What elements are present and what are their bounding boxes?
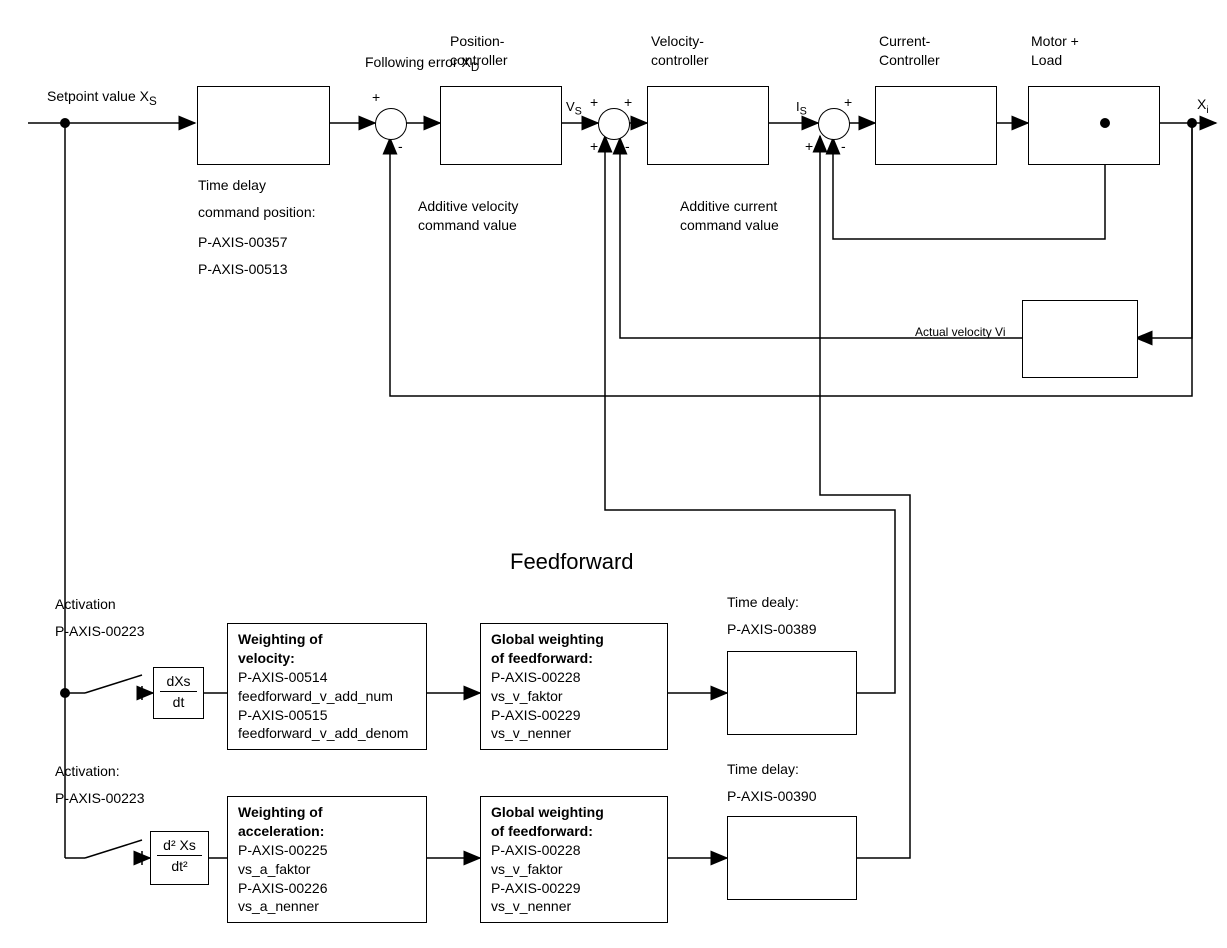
label-setpoint: Setpoint value XS — [47, 87, 157, 110]
summing-junction-3 — [818, 108, 850, 140]
tap-dot-setpoint — [60, 118, 70, 128]
label-vs: VS — [566, 98, 582, 119]
sum3-minus: - — [841, 137, 846, 156]
global-weighting-velocity-box: Global weighting of feedforward: P-AXIS-… — [480, 623, 668, 750]
ff-vel-td-label: Time dealy: — [727, 593, 799, 612]
tap-dot-ff — [60, 688, 70, 698]
td-line2: command position: — [198, 203, 316, 222]
weighting-velocity-box: Weighting of velocity: P-AXIS-00514 feed… — [227, 623, 427, 750]
label-velocity-controller: Velocity- controller — [651, 32, 709, 70]
summing-junction-1 — [375, 108, 407, 140]
label-actual-velocity: Actual velocity Vi — [915, 324, 1006, 340]
summing-junction-2 — [598, 108, 630, 140]
diagram-canvas: Setpoint value XS Following error XD Pos… — [0, 0, 1227, 948]
label-is: IS — [796, 98, 807, 119]
ff-vel-activation-p: P-AXIS-00223 — [55, 622, 145, 641]
label-current-controller: Current- Controller — [879, 32, 940, 70]
sum2-plus-top: + — [624, 93, 632, 112]
weighting-acceleration-box: Weighting of acceleration: P-AXIS-00225 … — [227, 796, 427, 923]
sum1-minus: - — [398, 137, 403, 156]
derivative-acceleration-box: d² Xs dt² — [150, 831, 209, 885]
tap-dot-output — [1187, 118, 1197, 128]
sum1-plus: + — [372, 88, 380, 107]
label-additive-velocity: Additive velocity command value — [418, 197, 518, 235]
ff-vel-td-p: P-AXIS-00389 — [727, 620, 817, 639]
sum3-plus-left: + — [805, 137, 813, 156]
deriv1-den: dt — [160, 692, 196, 712]
deriv1-num: dXs — [160, 671, 196, 692]
deriv2-num: d² Xs — [157, 835, 202, 856]
velocity-controller-block — [647, 86, 769, 165]
ff-acc-td-p: P-AXIS-00390 — [727, 787, 817, 806]
td-line1: Time delay — [198, 176, 266, 195]
ff-acc-activation: Activation: — [55, 762, 120, 781]
global-weighting-acceleration-box: Global weighting of feedforward: P-AXIS-… — [480, 796, 668, 923]
ff-acc-activation-p: P-AXIS-00223 — [55, 789, 145, 808]
sum2-plus-left: + — [590, 93, 598, 112]
tap-dot-current-fb — [1100, 118, 1110, 128]
td-line4: P-AXIS-00513 — [198, 260, 288, 279]
sum3-plus-top: + — [844, 93, 852, 112]
time-delay-block — [197, 86, 330, 165]
derivative-velocity-box: dXs dt — [153, 667, 204, 719]
td-line3: P-AXIS-00357 — [198, 233, 288, 252]
actual-velocity-block — [1022, 300, 1138, 378]
label-xi: Xi — [1197, 95, 1209, 117]
current-controller-block — [875, 86, 997, 165]
deriv2-den: dt² — [157, 856, 202, 876]
label-additive-current: Additive current command value — [680, 197, 779, 235]
sum2-minus: - — [625, 137, 630, 156]
ff-vel-timedelay-box — [727, 651, 857, 735]
ff-acc-timedelay-box — [727, 816, 857, 900]
label-position-controller: Position- controller — [450, 32, 508, 70]
ff-vel-activation: Activation — [55, 595, 116, 614]
sum2-plus-bottom: + — [590, 137, 598, 156]
ff-acc-td-label: Time delay: — [727, 760, 799, 779]
label-motor-load: Motor + Load — [1031, 32, 1079, 70]
position-controller-block — [440, 86, 562, 165]
feedforward-title: Feedforward — [510, 547, 634, 577]
motor-load-block — [1028, 86, 1160, 165]
